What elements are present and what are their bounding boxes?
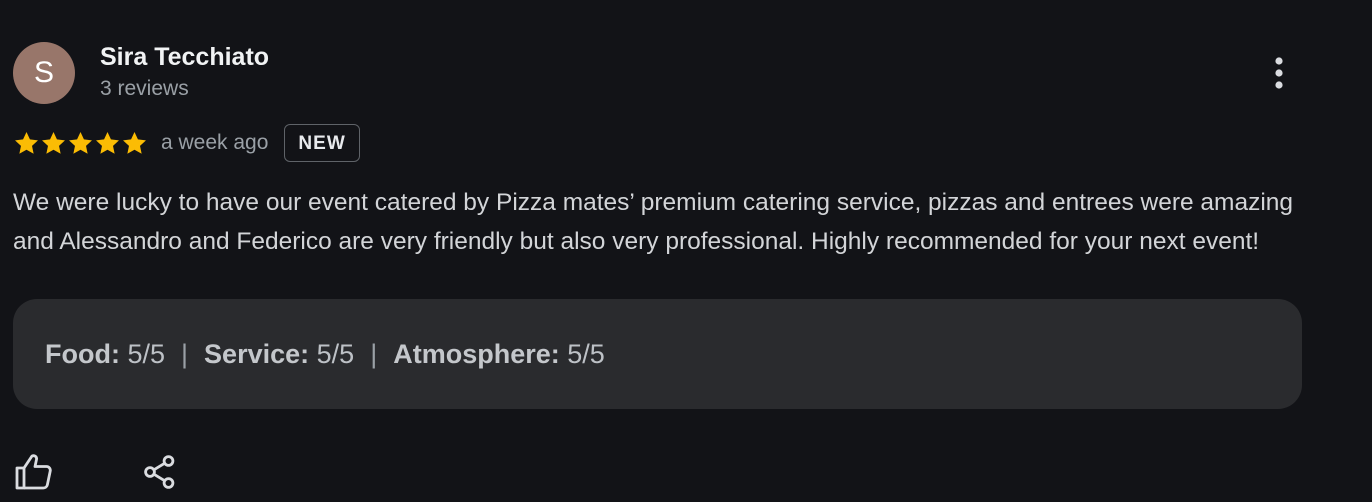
star-icon	[94, 130, 121, 157]
share-button[interactable]	[142, 453, 178, 493]
share-icon	[144, 455, 175, 489]
star-icon	[121, 130, 148, 157]
thumbs-up-icon	[15, 454, 52, 490]
rating-row: a week ago NEW	[13, 122, 360, 164]
subrating-food: Food: 5/5	[45, 339, 165, 370]
review-card: S Sira Tecchiato 3 reviews a week ago NE…	[0, 0, 1372, 502]
author-name[interactable]: Sira Tecchiato	[100, 43, 269, 72]
subrating-value: 5/5	[316, 338, 355, 369]
more-options-button[interactable]	[1264, 54, 1294, 94]
like-button[interactable]	[14, 452, 54, 492]
subrating-label: Food:	[45, 338, 120, 369]
star-rating	[13, 130, 148, 157]
author-review-count[interactable]: 3 reviews	[100, 77, 189, 101]
subrating-separator: |	[181, 338, 189, 369]
subrating-separator: |	[370, 338, 378, 369]
subrating-value: 5/5	[567, 338, 605, 369]
subrating-service: Service: 5/5	[204, 339, 354, 370]
new-badge: NEW	[284, 124, 360, 162]
star-icon	[67, 130, 94, 157]
subratings-box: Food: 5/5 | Service: 5/5 | Atmosphere: 5…	[13, 299, 1302, 409]
subrating-label: Service:	[204, 338, 310, 369]
avatar-initial: S	[33, 56, 54, 89]
subrating-atmosphere: Atmosphere: 5/5	[393, 339, 605, 370]
review-text: We were lucky to have our event catered …	[13, 189, 1294, 255]
more-vertical-icon	[1275, 57, 1283, 89]
star-icon	[40, 130, 67, 157]
star-icon	[13, 130, 40, 157]
subrating-label: Atmosphere:	[393, 338, 560, 369]
review-time: a week ago	[161, 131, 269, 154]
subrating-value: 5/5	[127, 338, 166, 369]
avatar[interactable]: S	[13, 42, 75, 104]
